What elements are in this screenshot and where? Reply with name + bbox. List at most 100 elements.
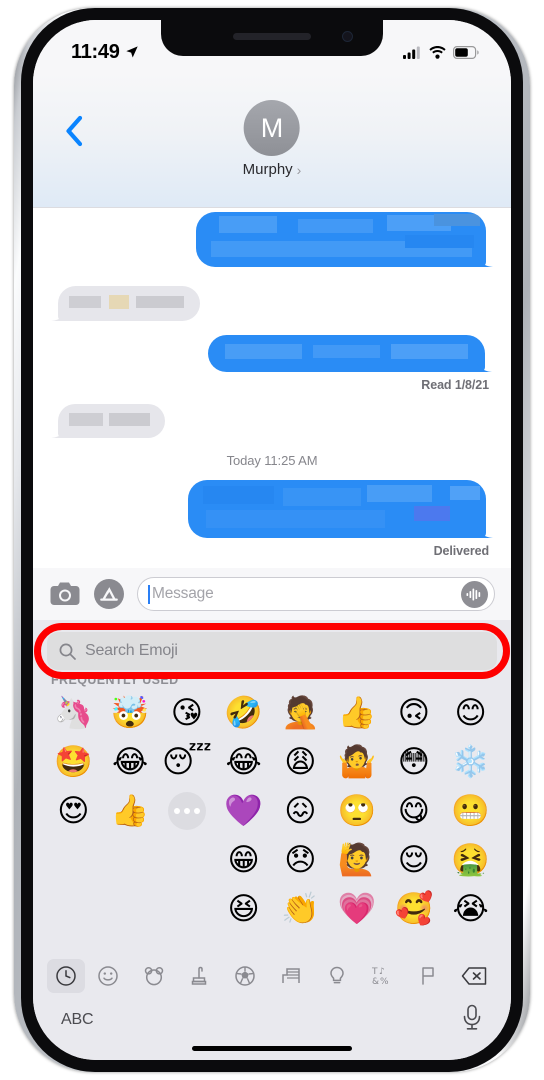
chevron-left-icon (66, 115, 83, 147)
bubble-tail-icon (477, 253, 493, 267)
memoji-kiss[interactable]: 😘 (159, 689, 216, 736)
emoji-face-with-tears-of-joy[interactable]: 😂 (215, 738, 272, 785)
message-bubble-outgoing[interactable] (196, 212, 493, 267)
emoji-purple-heart[interactable]: 💜 (215, 787, 272, 834)
category-activity[interactable] (222, 959, 268, 993)
svg-text:&: & (372, 977, 379, 987)
emoji-search-input[interactable]: Search Emoji (47, 632, 497, 670)
emoji-grid[interactable]: 🦄 🤯 😘 🤣 🤦 👍 🙃 😊 🤩 😂 😴 😂 😩 🤷 😳 ❄️ 😍 👍 💜 😖… (33, 689, 511, 932)
back-button[interactable] (61, 114, 87, 148)
emoji-upside-down-face[interactable]: 🙃 (386, 689, 443, 736)
home-indicator[interactable] (192, 1046, 352, 1051)
emoji-growing-heart[interactable]: 💗 (329, 885, 386, 932)
emoji-cell-empty (102, 885, 159, 932)
memoji-laughing-tears[interactable]: 😂 (102, 738, 159, 785)
dictation-button[interactable] (461, 1004, 483, 1037)
emoji-face-savoring-food[interactable]: 😋 (386, 787, 443, 834)
emoji-cell-empty (45, 836, 102, 883)
battery-icon (453, 45, 479, 59)
microphone-icon (463, 1004, 481, 1030)
emoji-beaming-face[interactable]: 😁 (215, 836, 272, 883)
emoji-thumbs-up[interactable]: 👍 (329, 689, 386, 736)
memoji-heart-eyes[interactable]: 😍 (45, 787, 102, 834)
emoji-loudly-crying-face[interactable]: 😭 (442, 885, 499, 932)
emoji-clapping-hands[interactable]: 👏 (272, 885, 329, 932)
category-travel[interactable] (268, 959, 314, 993)
emoji-smiling-face-smiling-eyes[interactable]: 😊 (442, 689, 499, 736)
redacted-content (58, 286, 200, 321)
message-bubble-incoming[interactable] (51, 404, 165, 438)
emoji-grimacing-face[interactable]: 😬 (442, 787, 499, 834)
memoji-unicorn[interactable]: 🦄 (45, 689, 102, 736)
emoji-flushed-face[interactable]: 😳 (386, 738, 443, 785)
message-thread[interactable]: Read 1/8/21 Today 11:25 AM Delivered (33, 207, 511, 568)
emoji-person-facepalming[interactable]: 🤦 (272, 689, 329, 736)
category-objects[interactable] (314, 959, 360, 993)
memoji-sleeping[interactable]: 😴 (159, 738, 216, 785)
timestamp-divider: Today 11:25 AM (226, 453, 318, 468)
memoji-star-eyes[interactable]: 🤩 (45, 738, 102, 785)
message-bubble-incoming[interactable] (51, 286, 200, 321)
emoji-cell-empty (159, 836, 216, 883)
front-camera-icon (342, 31, 353, 42)
read-receipt: Read 1/8/21 (421, 378, 489, 392)
emoji-person-raising-hand[interactable]: 🙋 (329, 836, 386, 883)
category-food[interactable] (177, 959, 223, 993)
category-delete[interactable] (451, 959, 497, 993)
emoji-cell-empty (102, 836, 159, 883)
status-bar-time-group: 11:49 (71, 41, 139, 64)
emoji-search-container: Search Emoji (34, 623, 510, 679)
car-icon (282, 968, 300, 983)
food-icon (192, 966, 207, 985)
emoji-keyboard: Search Emoji FREQUENTLY USED 🦄 🤯 😘 🤣 🤦 👍… (33, 620, 511, 1060)
emoji-rolling-on-the-floor-laughing[interactable]: 🤣 (215, 689, 272, 736)
emoji-smiling-face-with-hearts[interactable]: 🥰 (386, 885, 443, 932)
redacted-content (196, 212, 486, 267)
contact-name-row[interactable]: Murphy › (243, 161, 302, 178)
emoji-squinting-face-with-tongue[interactable]: 😆 (215, 885, 272, 932)
message-bubble-outgoing[interactable] (188, 480, 493, 538)
category-symbols[interactable]: T ♪ & % (360, 959, 406, 993)
emoji-snowflake[interactable]: ❄️ (442, 738, 499, 785)
category-smileys[interactable] (85, 959, 131, 993)
apps-button[interactable] (93, 578, 125, 610)
emoji-person-shrugging[interactable]: 🤷 (329, 738, 386, 785)
emoji-confounded-face[interactable]: 😖 (272, 787, 329, 834)
app-store-icon (94, 579, 124, 609)
category-animals[interactable] (131, 959, 177, 993)
text-cursor (148, 584, 150, 604)
soccer-ball-icon (235, 966, 255, 986)
redacted-content (208, 335, 485, 372)
cellular-signal-icon (403, 46, 420, 59)
emoji-face-with-rolling-eyes[interactable]: 🙄 (329, 787, 386, 834)
bubble-tail-icon (476, 358, 492, 372)
location-arrow-icon (125, 46, 138, 58)
emoji-cell-empty (159, 885, 216, 932)
emoji-weary-face[interactable]: 😩 (272, 738, 329, 785)
bubble-tail-icon (477, 524, 493, 538)
backspace-icon (461, 967, 487, 985)
symbols-icon: T ♪ & % (371, 967, 389, 987)
message-placeholder: Message (152, 585, 214, 602)
contact-header[interactable]: M Murphy › (243, 100, 302, 178)
audio-record-button[interactable] (461, 580, 488, 608)
chevron-right-icon: › (296, 161, 302, 178)
emoji-relieved-face[interactable]: 😌 (386, 836, 443, 883)
abc-keyboard-button[interactable]: ABC (61, 1011, 94, 1029)
message-input[interactable]: Message (137, 577, 495, 611)
memoji-thumbs-up[interactable]: 👍 (102, 787, 159, 834)
camera-button[interactable] (49, 578, 81, 610)
lightbulb-icon (330, 966, 344, 984)
navigation-bar: M Murphy › (33, 74, 511, 207)
more-memoji-button[interactable] (159, 787, 216, 834)
clock-icon (56, 966, 76, 986)
emoji-face-vomiting[interactable]: 🤮 (442, 836, 499, 883)
message-bubble-outgoing[interactable] (208, 335, 492, 372)
memoji-mind-blown[interactable]: 🤯 (102, 689, 159, 736)
svg-text:T: T (371, 967, 378, 977)
category-flags[interactable] (405, 959, 451, 993)
status-time-label: 11:49 (71, 40, 120, 63)
emoji-search-placeholder: Search Emoji (85, 642, 178, 659)
emoji-disappointed-face[interactable]: 😞 (272, 836, 329, 883)
category-recent[interactable] (47, 959, 85, 993)
